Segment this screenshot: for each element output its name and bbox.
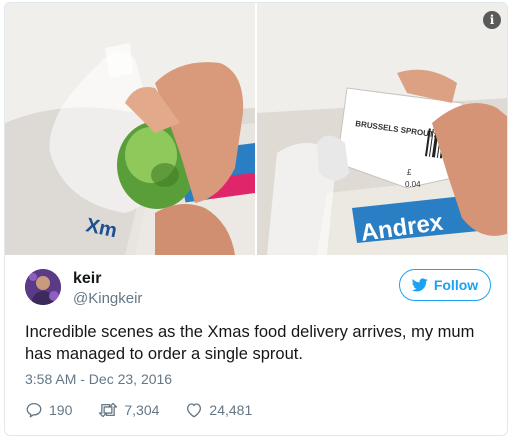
info-icon[interactable]: i (483, 11, 501, 29)
like-count: 24,481 (209, 402, 253, 418)
reply-action[interactable]: 190 (25, 401, 72, 419)
retweet-action[interactable]: 7,304 (98, 401, 159, 419)
follow-button-label: Follow (433, 277, 479, 293)
avatar-image (25, 269, 61, 305)
tweet-actions: 190 7,304 24,481 (25, 399, 278, 421)
reply-count: 190 (49, 402, 73, 418)
photo-sprout-label[interactable]: Andrex BRUSSELS SPROUTS £ 0.04 i (257, 3, 507, 255)
retweet-icon (99, 402, 118, 418)
tweet-author: keir @Kingkeir Follow (25, 269, 491, 313)
reply-icon (26, 402, 42, 418)
author-names: keir @Kingkeir (73, 269, 142, 309)
tweet-text: Incredible scenes as the Xmas food deliv… (25, 323, 475, 363)
photo-sprout-in-bag-image: Xm (5, 3, 255, 255)
label-price: 0.04 (405, 180, 421, 189)
photo-sprout-in-bag[interactable]: Xm (5, 3, 255, 255)
avatar[interactable] (25, 269, 61, 305)
tweet-media[interactable]: Xm Andrex BRUSSELS SPROUTS £ 0.04 i (5, 3, 507, 255)
author-handle[interactable]: @Kingkeir (73, 289, 142, 309)
label-currency: £ (407, 168, 412, 177)
heart-icon (187, 403, 202, 418)
tweet-card: Xm Andrex BRUSSELS SPROUTS £ 0.04 i keir… (4, 2, 508, 436)
tweet-timestamp[interactable]: 3:58 AM - Dec 23, 2016 (25, 371, 172, 387)
retweet-count: 7,304 (124, 402, 160, 418)
twitter-bird-icon (411, 278, 428, 292)
photo-sprout-label-image: Andrex BRUSSELS SPROUTS £ 0.04 (257, 3, 507, 255)
author-display-name[interactable]: keir (73, 269, 142, 289)
like-action[interactable]: 24,481 (185, 401, 252, 419)
follow-button[interactable]: Follow (399, 269, 491, 301)
